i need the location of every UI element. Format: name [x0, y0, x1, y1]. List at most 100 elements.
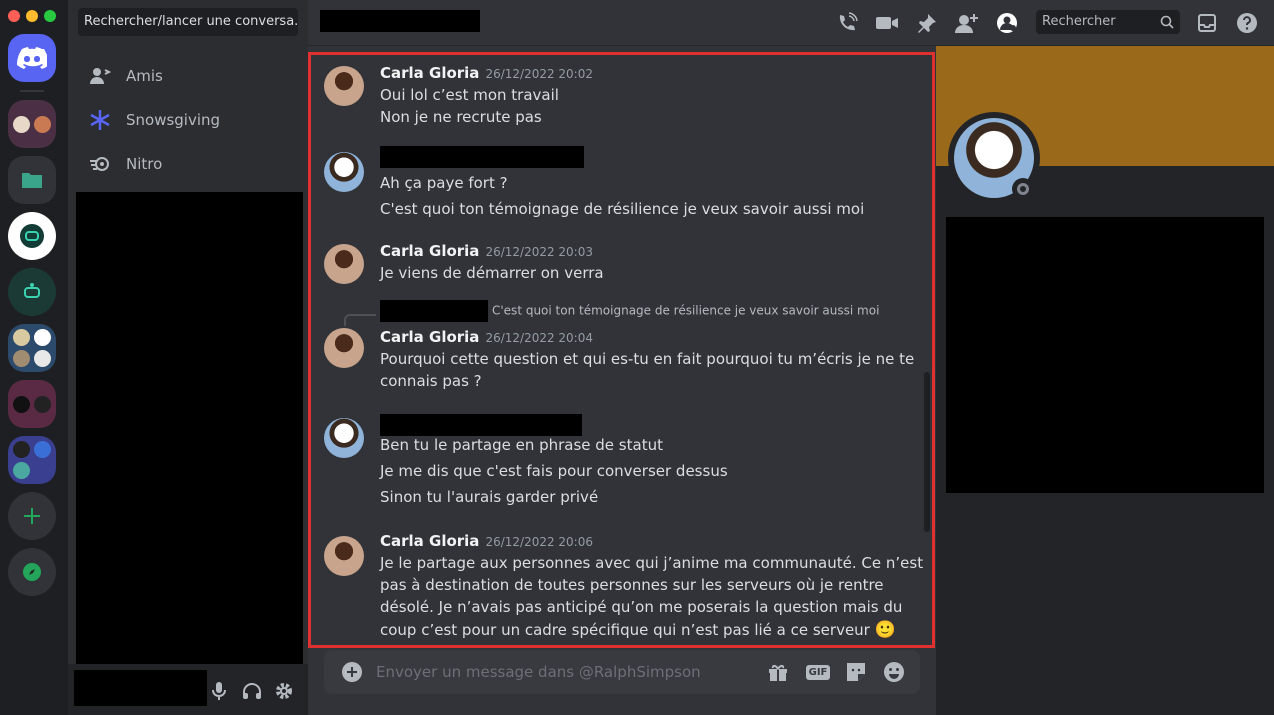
chat-header: Rechercher — [308, 0, 1274, 46]
minimize-window-button[interactable] — [26, 10, 38, 22]
phone-call-icon — [839, 12, 858, 31]
server-icon-bot-dark[interactable] — [8, 268, 56, 316]
bot-logo-icon — [20, 224, 44, 248]
sidebar-item-label: Snowsgiving — [126, 111, 221, 129]
message-text: Sinon tu l'aurais garder privé — [380, 488, 599, 506]
folder-button[interactable] — [8, 156, 56, 204]
message-timestamp: 26/12/2022 20:04 — [485, 331, 593, 345]
compass-icon — [23, 563, 41, 581]
redacted-author — [380, 414, 582, 436]
sidebar-item-label: Amis — [126, 67, 163, 85]
redacted-user-info — [74, 670, 207, 706]
emoji-picker-button[interactable] — [882, 660, 906, 684]
mute-button[interactable] — [208, 680, 230, 702]
reply-connector — [344, 314, 376, 326]
gif-picker-button[interactable]: GIF — [805, 660, 831, 684]
gear-icon — [276, 683, 292, 699]
deafen-button[interactable] — [241, 680, 263, 702]
friends-icon — [90, 68, 112, 84]
message-author[interactable]: Carla Gloria 26/12/2022 20:04 — [380, 328, 593, 346]
video-camera-icon — [876, 17, 898, 29]
sidebar-item-nitro[interactable]: Nitro — [78, 144, 298, 184]
message-input[interactable] — [376, 658, 756, 686]
avatar[interactable] — [324, 66, 364, 106]
snowflake-icon — [90, 110, 110, 130]
folder-icon — [22, 173, 42, 188]
discord-logo-icon — [17, 47, 47, 69]
microphone-icon — [212, 682, 226, 700]
avatar[interactable] — [324, 418, 364, 458]
search-icon — [1160, 15, 1174, 29]
help-icon — [1237, 13, 1257, 33]
sidebar-item-label: Nitro — [126, 155, 163, 173]
nitro-icon — [90, 157, 109, 171]
smile-emoji: 🙂 — [874, 620, 896, 640]
add-user-icon — [955, 14, 978, 33]
close-window-button[interactable] — [8, 10, 20, 22]
inbox-icon — [1198, 14, 1216, 32]
avatar[interactable] — [324, 328, 364, 368]
user-profile-panel — [936, 46, 1274, 715]
message-list: Carla Gloria 26/12/2022 20:02 Oui lol c’e… — [308, 46, 936, 715]
message-text: pas à destination de toutes personnes su… — [380, 576, 884, 594]
avatar[interactable] — [324, 152, 364, 192]
avatar[interactable] — [324, 244, 364, 284]
redacted-reply-author — [380, 300, 488, 322]
upload-attachment-button[interactable] — [340, 660, 364, 684]
user-settings-button[interactable] — [273, 680, 295, 702]
discord-window: Rechercher/lancer une conversa... Amis S… — [0, 0, 1274, 715]
message-text: C'est quoi ton témoignage de résilience … — [380, 200, 865, 218]
message-timestamp: 26/12/2022 20:06 — [485, 535, 593, 549]
sticker-picker-button[interactable] — [844, 660, 868, 684]
dm-sidebar: Rechercher/lancer une conversa... Amis S… — [68, 0, 308, 715]
window-controls — [8, 10, 56, 22]
server-folder-3[interactable] — [8, 380, 56, 428]
gif-icon: GIF — [805, 664, 831, 680]
add-friends-to-dm-button[interactable] — [954, 10, 980, 36]
send-gift-button[interactable] — [766, 660, 790, 684]
message-text: Oui lol c’est mon travail — [380, 86, 559, 104]
header-search-input[interactable]: Rechercher — [1036, 10, 1180, 34]
message-text: Je viens de démarrer on verra — [380, 264, 604, 282]
user-profile-icon — [997, 13, 1017, 33]
pin-icon — [918, 14, 936, 33]
avatar[interactable] — [324, 536, 364, 576]
message-author[interactable]: Carla Gloria 26/12/2022 20:03 — [380, 242, 593, 260]
message-text: Pourquoi cette question et qui es-tu en … — [380, 350, 915, 368]
explore-servers-button[interactable] — [8, 548, 56, 596]
zoom-window-button[interactable] — [44, 10, 56, 22]
server-icon-bot-light[interactable] — [8, 212, 56, 260]
sidebar-item-snowsgiving[interactable]: Snowsgiving — [78, 100, 298, 140]
message-text: coup c’est pour un cadre spécifique qui … — [380, 620, 896, 640]
inbox-button[interactable] — [1194, 10, 1220, 36]
gift-icon — [769, 664, 787, 681]
message-text: Ben tu le partage en phrase de statut — [380, 436, 663, 454]
find-conversation-button[interactable]: Rechercher/lancer une conversa... — [78, 8, 298, 36]
server-folder-1[interactable] — [8, 100, 56, 148]
server-folder-4[interactable] — [8, 436, 56, 484]
message-author[interactable]: Carla Gloria 26/12/2022 20:02 — [380, 64, 593, 82]
message-timestamp: 26/12/2022 20:02 — [485, 67, 593, 81]
chat-scrollbar[interactable] — [924, 372, 930, 532]
rail-separator — [20, 90, 44, 92]
server-folder-2[interactable] — [8, 324, 56, 372]
reply-preview[interactable]: C'est quoi ton témoignage de résilience … — [380, 300, 879, 322]
plus-circle-icon — [342, 662, 362, 682]
smiley-icon — [884, 662, 904, 682]
message-composer: GIF — [324, 650, 920, 694]
message-timestamp: 26/12/2022 20:03 — [485, 245, 593, 259]
sticker-icon — [847, 663, 865, 681]
sidebar-item-friends[interactable]: Amis — [78, 56, 298, 96]
add-server-button[interactable] — [8, 492, 56, 540]
start-voice-call-button[interactable] — [834, 10, 860, 36]
redacted-profile-info — [946, 217, 1264, 493]
message-author[interactable]: Carla Gloria 26/12/2022 20:06 — [380, 532, 593, 550]
help-button[interactable] — [1234, 10, 1260, 36]
server-rail — [0, 0, 68, 715]
message-text: Non je ne recrute pas — [380, 108, 542, 126]
pinned-messages-button[interactable] — [914, 10, 940, 36]
redacted-recipient-name — [320, 10, 480, 32]
start-video-call-button[interactable] — [874, 10, 900, 36]
toggle-user-profile-button[interactable] — [994, 10, 1020, 36]
home-button[interactable] — [8, 34, 56, 82]
